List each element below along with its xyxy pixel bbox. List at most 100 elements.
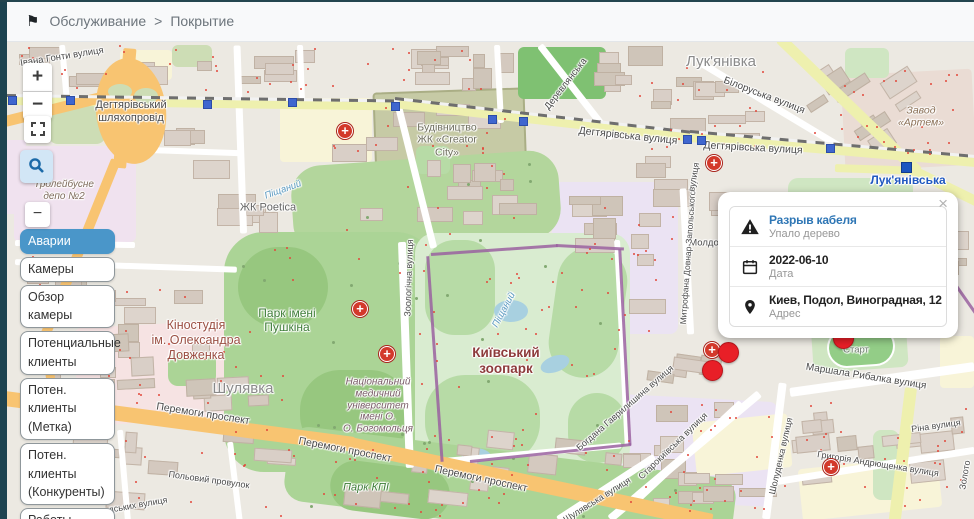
sidebar-button-потенциальные-клиенты[interactable]: Потенциальные клиенты [20, 331, 115, 375]
address-dot [332, 85, 334, 87]
building [265, 63, 294, 75]
building [193, 160, 230, 178]
address-dot [714, 425, 716, 427]
tree-dot [596, 424, 599, 427]
address-dot [201, 452, 203, 454]
search-button[interactable] [20, 150, 53, 183]
building [836, 434, 858, 451]
sidebar-button-потен-клиенты-конкуренты-[interactable]: Потен. клиенты (Конкуренты) [20, 443, 115, 505]
address-dot [648, 330, 650, 332]
address-dot [432, 145, 434, 147]
address-dot [212, 56, 214, 58]
address-dot [754, 507, 756, 509]
sidebar-button-обзор-камеры[interactable]: Обзор камеры [20, 285, 115, 329]
close-icon[interactable]: × [938, 194, 948, 214]
incident-marker[interactable] [718, 342, 739, 363]
address-dot [119, 45, 121, 47]
address-dot [436, 360, 438, 362]
building [656, 405, 688, 422]
address-dot [489, 278, 491, 280]
address-dot [840, 114, 842, 116]
polyline-vertex-handle[interactable] [683, 135, 692, 144]
polyline-vertex-handle[interactable] [8, 96, 17, 105]
address-dot [686, 67, 688, 69]
sidebar-button-потен-клиенты-метка-[interactable]: Потен. клиенты (Метка) [20, 378, 115, 440]
address-dot [314, 48, 316, 50]
building [164, 130, 191, 145]
address-dot [784, 485, 786, 487]
address-dot [654, 259, 656, 261]
building [360, 208, 383, 221]
building [185, 378, 216, 396]
incident-title-link[interactable]: Разрыв кабеля [769, 213, 857, 227]
polyline-vertex-handle[interactable] [288, 98, 297, 107]
address-dot [135, 481, 137, 483]
breadcrumb-item-service[interactable]: Обслуживание [49, 13, 146, 29]
polyline-vertex-handle[interactable] [488, 115, 497, 124]
address-dot [466, 145, 468, 147]
address-dot [715, 409, 717, 411]
polyline-vertex-handle[interactable] [519, 117, 528, 126]
fullscreen-button[interactable] [24, 116, 51, 143]
address-dot [689, 510, 691, 512]
polyline-vertex-handle[interactable] [66, 96, 75, 105]
polyline-vertex-handle[interactable] [697, 136, 706, 145]
tree-dot [528, 163, 531, 166]
building [216, 376, 249, 391]
sidebar-button-аварии[interactable]: Аварии [20, 229, 115, 254]
building [593, 218, 616, 239]
road [835, 164, 911, 175]
building [801, 419, 823, 434]
address-dot [575, 306, 577, 308]
polyline-vertex-handle[interactable] [826, 144, 835, 153]
address-dot [762, 71, 764, 73]
address-dot [939, 463, 941, 465]
building [639, 213, 661, 228]
building [500, 179, 515, 191]
building [417, 51, 441, 66]
sidebar-button-работы[interactable]: Работы [20, 508, 115, 519]
address-dot [948, 74, 950, 76]
address-dot [771, 436, 773, 438]
address-dot [937, 445, 939, 447]
address-dot [123, 51, 125, 53]
address-dot [571, 364, 573, 366]
metro-station-icon [901, 162, 912, 173]
hospital-icon: + [379, 346, 395, 362]
address-dot [687, 454, 689, 456]
zoom-in-button[interactable]: + [23, 63, 52, 92]
building [447, 186, 482, 200]
address-dot [906, 487, 908, 489]
incident-address: Киев, Подол, Виноградная, 12 [769, 293, 937, 307]
address-dot [247, 91, 249, 93]
incident-marker[interactable] [702, 360, 723, 381]
address-dot [666, 146, 668, 148]
building [615, 75, 632, 84]
address-dot [853, 91, 855, 93]
building [569, 196, 601, 205]
incident-address-label: Адрес [769, 308, 937, 320]
collapse-button[interactable]: − [25, 202, 50, 227]
polyline-vertex-handle[interactable] [391, 102, 400, 111]
address-dot [513, 445, 515, 447]
address-dot [159, 289, 161, 291]
polyline-vertex-handle[interactable] [203, 100, 212, 109]
address-dot [28, 47, 30, 49]
breadcrumb: ⚑ Обслуживание > Покрытие [26, 12, 234, 30]
address-dot [651, 82, 653, 84]
building [174, 290, 203, 305]
address-dot [521, 444, 523, 446]
building [332, 144, 367, 162]
incident-row-type: Разрыв кабеля Упало дерево [730, 207, 946, 247]
building [628, 46, 662, 66]
address-dot [883, 141, 885, 143]
address-dot [256, 77, 258, 79]
address-dot [274, 249, 276, 251]
address-dot [425, 244, 427, 246]
address-dot [740, 490, 742, 492]
address-dot [895, 80, 897, 82]
sidebar-button-камеры[interactable]: Камеры [20, 257, 115, 282]
address-dot [768, 416, 770, 418]
address-dot [207, 402, 209, 404]
address-dot [300, 88, 302, 90]
